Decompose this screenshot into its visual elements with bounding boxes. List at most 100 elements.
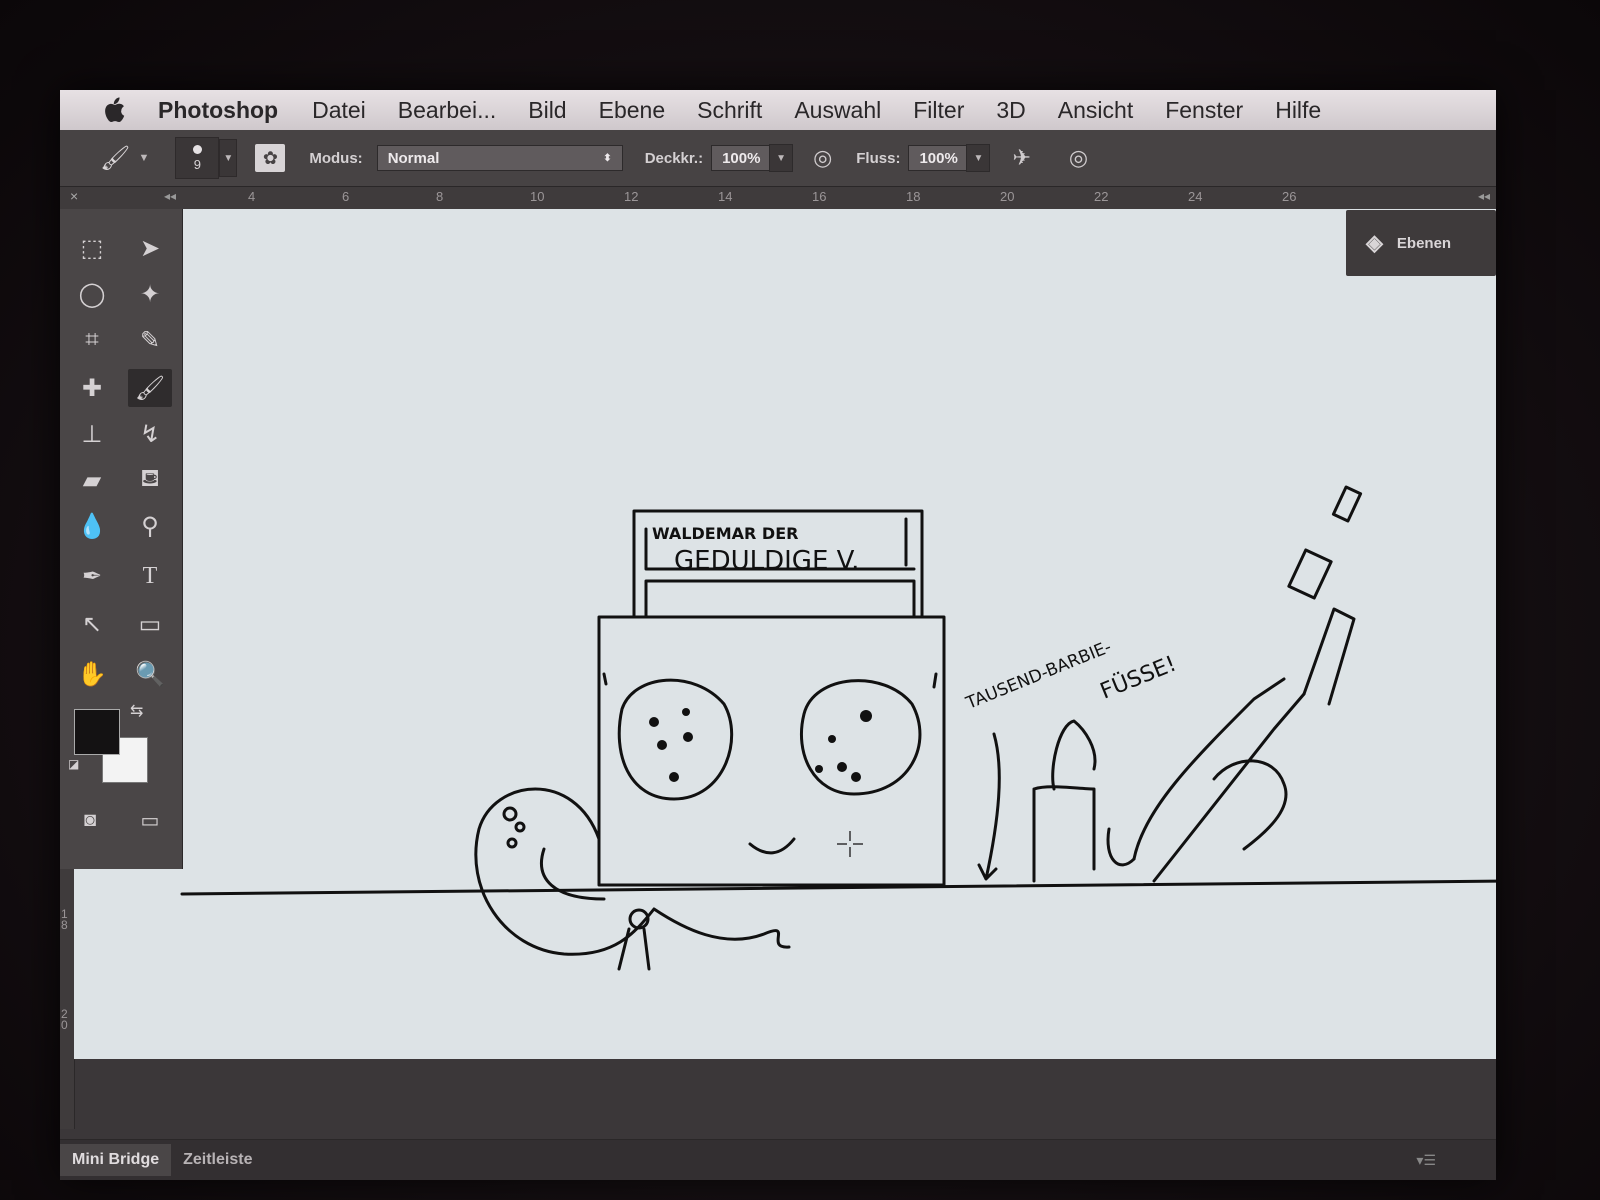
menu-bar: Photoshop Datei Bearbei... Bild Ebene Sc… — [60, 90, 1496, 130]
quick-mask-icon[interactable]: ◙ — [68, 801, 112, 839]
collapse-left-icon[interactable]: ◂◂ — [164, 189, 176, 203]
caption-line1: TAUSEND-BARBIE- — [962, 637, 1114, 714]
paint-bucket-tool[interactable]: ⛾ — [128, 461, 172, 499]
layers-panel-tab[interactable]: ◈ Ebenen — [1346, 210, 1496, 276]
cookie-chip — [851, 772, 861, 782]
brush-size-value: 9 — [193, 156, 201, 172]
hand-tool[interactable]: ✋ — [70, 655, 114, 693]
menu-filter[interactable]: Filter — [913, 97, 964, 124]
close-panel-icon[interactable]: × — [70, 188, 78, 204]
default-colors-icon[interactable]: ◪ — [68, 757, 79, 771]
brush-panel-toggle-icon[interactable]: ✿ — [255, 144, 286, 172]
chevron-down-icon[interactable]: ▼ — [138, 152, 149, 164]
ruler-h-label: 8 — [436, 189, 444, 204]
flow-dropdown[interactable]: ▼ — [966, 144, 991, 172]
octopus-spot — [506, 837, 518, 849]
flow-input[interactable]: 100% — [908, 145, 967, 171]
menu-bearbeiten[interactable]: Bearbei... — [398, 97, 496, 124]
opacity-label: Deckkr.: — [644, 149, 704, 167]
ruler-h-label: 22 — [1094, 189, 1109, 204]
ruler-h-label: 26 — [1282, 189, 1297, 204]
mode-select-value: Normal — [387, 149, 440, 167]
airbrush-icon[interactable]: ✈ — [1012, 145, 1030, 171]
ruler-h-label: 24 — [1188, 189, 1203, 204]
face-box — [597, 615, 946, 887]
layers-icon: ◈ — [1366, 230, 1383, 255]
gun-tip — [1331, 485, 1363, 523]
face-smile — [748, 837, 796, 855]
clone-stamp-tool[interactable]: ⊥ — [70, 415, 114, 453]
tab-mini-bridge[interactable]: Mini Bridge — [60, 1144, 172, 1176]
octopus-body — [474, 787, 791, 956]
dodge-tool[interactable]: ⚲ — [128, 507, 172, 545]
menu-ansicht[interactable]: Ansicht — [1058, 97, 1133, 124]
pressure-size-icon[interactable]: ◎ — [1069, 145, 1088, 171]
cookie-chip — [837, 762, 847, 772]
gun-barrel — [1132, 677, 1306, 883]
sign-text-line1: WALDEMAR DER — [652, 524, 798, 543]
menu-auswahl[interactable]: Auswahl — [794, 97, 881, 124]
layers-tab-label: Ebenen — [1396, 234, 1452, 252]
ruler-h-label: 12 — [624, 189, 639, 204]
apple-icon[interactable] — [94, 97, 134, 123]
screen-mode-icon[interactable]: ▭ — [128, 801, 172, 839]
magic-wand-tool[interactable]: ✦ — [128, 275, 172, 313]
tools-panel: ⬚ ➤ ◯ ✦ ⌗ ✎ ✚ 🖌 ⊥ ↯ ▰ ⛾ 💧 ⚲ ✒ T ↖ ▭ ✋ 🔍 … — [60, 209, 183, 869]
history-brush-tool[interactable]: ↯ — [128, 415, 172, 453]
ruler-h-label: 6 — [342, 189, 350, 204]
menu-datei[interactable]: Datei — [312, 97, 366, 124]
opacity-input[interactable]: 100% — [711, 145, 770, 171]
menu-fenster[interactable]: Fenster — [1165, 97, 1243, 124]
opacity-dropdown[interactable]: ▼ — [769, 144, 794, 172]
brush-tool[interactable]: 🖌 — [128, 369, 172, 407]
caption-line2: FÜSSE! — [1097, 651, 1180, 705]
photoshop-window: Photoshop Datei Bearbei... Bild Ebene Sc… — [60, 90, 1496, 1180]
eyedropper-tool[interactable]: ✎ — [128, 321, 172, 359]
cookie-chip — [683, 732, 693, 742]
ruler-h-label: 20 — [1000, 189, 1015, 204]
sleeve — [1106, 827, 1136, 867]
ruler-h-label: 4 — [248, 189, 256, 204]
brush-tool-preset-icon[interactable]: 🖌 — [100, 144, 130, 173]
lasso-tool[interactable]: ◯ — [70, 275, 114, 313]
menu-ebene[interactable]: Ebene — [599, 97, 666, 124]
pressure-opacity-icon[interactable]: ◎ — [813, 145, 832, 171]
menu-hilfe[interactable]: Hilfe — [1275, 97, 1321, 124]
drawing-svg: WALDEMAR DER GEDULDIGE V. TAUSEND-BARBIE… — [180, 485, 1496, 971]
cookie-chip — [828, 735, 836, 743]
hand — [1212, 759, 1288, 851]
crop-tool[interactable]: ⌗ — [70, 321, 114, 359]
rectangle-tool[interactable]: ▭ — [128, 605, 172, 643]
move-tool[interactable]: ➤ — [128, 229, 172, 267]
cookie-chip — [657, 740, 667, 750]
panel-menu-icon[interactable]: ▾☰ — [1416, 1152, 1436, 1169]
tab-zeitleiste[interactable]: Zeitleiste — [171, 1144, 264, 1176]
octopus-spot — [514, 821, 526, 833]
healing-brush-tool[interactable]: ✚ — [70, 369, 114, 407]
foreground-color-swatch[interactable] — [74, 709, 120, 755]
collapse-right-icon[interactable]: ◂◂ — [1478, 189, 1490, 203]
eraser-tool[interactable]: ▰ — [70, 461, 114, 499]
marquee-tool[interactable]: ⬚ — [70, 229, 114, 267]
octopus-spot — [502, 806, 518, 822]
updown-arrows-icon: ⬍ — [603, 152, 612, 164]
bottom-panel-bar: Mini Bridge Zeitleiste ▾☰ — [60, 1139, 1496, 1180]
mode-select[interactable]: Normal ⬍ — [376, 145, 623, 171]
pen-tool[interactable]: ✒ — [70, 557, 114, 595]
type-tool[interactable]: T — [128, 557, 172, 595]
horizontal-ruler: × ◂◂ ◂◂ 4 6 8 10 12 14 16 18 20 22 24 26 — [60, 187, 1496, 210]
zoom-tool[interactable]: 🔍 — [128, 655, 172, 693]
swap-colors-icon[interactable]: ⇆ — [130, 701, 143, 721]
menu-app-name[interactable]: Photoshop — [158, 97, 278, 124]
sign-text-line2: GEDULDIGE V. — [674, 546, 859, 576]
cookie-chip — [682, 708, 690, 716]
menu-bild[interactable]: Bild — [528, 97, 566, 124]
blur-tool[interactable]: 💧 — [70, 507, 114, 545]
brush-size-dropdown[interactable]: ▼ — [219, 139, 238, 177]
path-selection-tool[interactable]: ↖ — [70, 605, 114, 643]
brush-size-picker[interactable]: 9 — [175, 137, 220, 179]
menu-3d[interactable]: 3D — [996, 97, 1025, 124]
document-canvas[interactable]: WALDEMAR DER GEDULDIGE V. TAUSEND-BARBIE… — [74, 209, 1496, 1059]
menu-schrift[interactable]: Schrift — [697, 97, 762, 124]
bottle-cap — [1051, 719, 1097, 791]
